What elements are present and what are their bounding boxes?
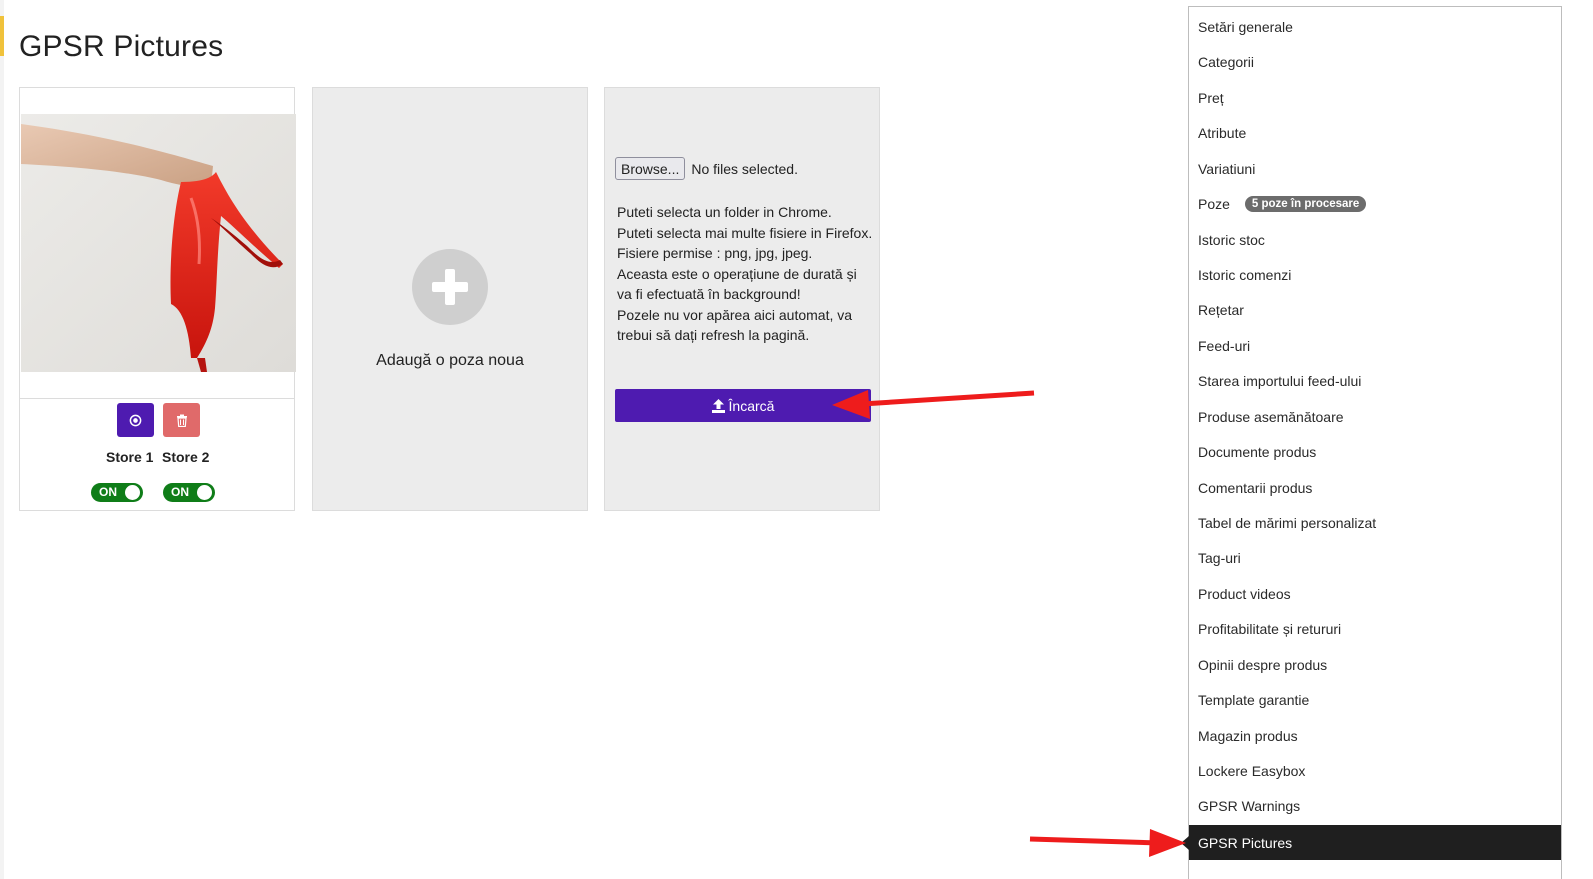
toggle-knob xyxy=(125,485,140,500)
set-default-button[interactable] xyxy=(117,403,154,437)
menu-item-poze[interactable]: Poze 5 poze în procesare xyxy=(1189,186,1561,221)
picture-card: Store 1 Store 2 ON ON xyxy=(19,87,296,511)
menu-item-label: Tabel de mărimi personalizat xyxy=(1198,514,1377,531)
plus-icon xyxy=(412,249,488,325)
menu-item-label: Profitabilitate și retururi xyxy=(1198,620,1342,637)
menu-item-feed-uri[interactable]: Feed-uri xyxy=(1189,328,1561,363)
menu-item-label: Lockere Easybox xyxy=(1198,762,1306,779)
menu-item-opinii-produs[interactable]: Opinii despre produs xyxy=(1189,647,1561,682)
toggle-knob xyxy=(197,485,212,500)
upload-button-label: Încarcă xyxy=(728,397,775,414)
file-picker: Browse... No files selected. xyxy=(615,157,798,180)
upload-button[interactable]: Încarcă xyxy=(615,389,871,422)
menu-item-label: Template garantie xyxy=(1198,691,1310,708)
toggle-label: ON xyxy=(171,485,189,499)
menu-item-label: Documente produs xyxy=(1198,443,1317,460)
menu-item-label: Product videos xyxy=(1198,585,1291,602)
processing-badge: 5 poze în procesare xyxy=(1244,195,1367,212)
menu-item-istoric-stoc[interactable]: Istoric stoc xyxy=(1189,222,1561,257)
left-edge-strip xyxy=(0,0,4,879)
arrow-to-gpsr-pictures-item xyxy=(1029,829,1186,857)
menu-item-tag-uri[interactable]: Tag-uri xyxy=(1189,540,1561,575)
info-line: Aceasta este o operațiune de durată și v… xyxy=(617,265,857,303)
menu-item-label: Feed-uri xyxy=(1198,337,1251,354)
menu-item-profitabilitate[interactable]: Profitabilitate și retururi xyxy=(1189,611,1561,646)
menu-item-label: Variatiuni xyxy=(1198,160,1256,177)
menu-item-lockere-easybox[interactable]: Lockere Easybox xyxy=(1189,753,1561,788)
menu-item-magazin-produs[interactable]: Magazin produs xyxy=(1189,718,1561,753)
product-picture xyxy=(21,114,296,372)
menu-item-label: Istoric stoc xyxy=(1198,231,1265,248)
menu-item-produse-asemanatoare[interactable]: Produse asemănătoare xyxy=(1189,399,1561,434)
menu-item-product-videos[interactable]: Product videos xyxy=(1189,576,1561,611)
info-line: Puteti selecta un folder in Chrome. xyxy=(617,204,832,220)
menu-item-documente-produs[interactable]: Documente produs xyxy=(1189,434,1561,469)
menu-item-pret[interactable]: Preț xyxy=(1189,80,1561,115)
menu-item-istoric-comenzi[interactable]: Istoric comenzi xyxy=(1189,257,1561,292)
info-line: Pozele nu vor apărea aici automat, va tr… xyxy=(617,306,853,344)
add-picture-label: Adaugă o poza noua xyxy=(376,352,524,369)
menu-item-label: Magazin produs xyxy=(1198,727,1298,744)
toggle-label: ON xyxy=(99,485,117,499)
menu-item-label: GPSR Warnings xyxy=(1198,797,1301,814)
menu-item-tabel-marimi[interactable]: Tabel de mărimi personalizat xyxy=(1189,505,1561,540)
card-divider xyxy=(20,398,294,399)
page-title: GPSR Pictures xyxy=(19,30,224,63)
store-label-1: Store 1 xyxy=(106,449,154,465)
menu-item-label: Opinii despre produs xyxy=(1198,656,1328,673)
menu-item-comentarii-produs[interactable]: Comentarii produs xyxy=(1189,470,1561,505)
menu-item-atribute[interactable]: Atribute xyxy=(1189,115,1561,150)
menu-item-gpsr-warnings[interactable]: GPSR Warnings xyxy=(1189,788,1561,823)
store-2-toggle[interactable]: ON xyxy=(163,483,215,502)
menu-item-label: Produse asemănătoare xyxy=(1198,408,1344,425)
menu-item-label: Poze xyxy=(1198,195,1230,212)
menu-item-label: Preț xyxy=(1198,89,1224,106)
file-status: No files selected. xyxy=(691,160,798,177)
menu-item-starea-importului[interactable]: Starea importului feed-ului xyxy=(1189,363,1561,398)
menu-item-label: Comentarii produs xyxy=(1198,479,1313,496)
menu-item-setari-generale[interactable]: Setări generale xyxy=(1189,9,1561,44)
upload-icon xyxy=(711,398,725,413)
menu-item-label: Istoric comenzi xyxy=(1198,266,1292,283)
circle-dot-icon xyxy=(129,414,142,426)
menu-item-label: Atribute xyxy=(1198,124,1247,141)
menu-item-template-garantie[interactable]: Template garantie xyxy=(1189,682,1561,717)
product-section-menu: Setări generale Categorii Preț Atribute … xyxy=(1181,6,1562,879)
info-line: Puteti selecta mai multe fisiere in Fire… xyxy=(617,224,873,241)
upload-card: Browse... No files selected. Puteti sele… xyxy=(604,87,880,511)
upload-instructions: Puteti selecta un folder in Chrome. Pute… xyxy=(617,202,875,346)
menu-item-label: GPSR Pictures xyxy=(1198,834,1293,851)
info-line: Fisiere permise : png, jpg, jpeg. xyxy=(617,245,813,261)
browse-button[interactable]: Browse... xyxy=(615,157,686,180)
menu-item-retetar[interactable]: Rețetar xyxy=(1189,292,1561,327)
menu-item-gpsr-pictures[interactable]: GPSR Pictures xyxy=(1181,825,1561,860)
store-1-toggle[interactable]: ON xyxy=(91,483,143,502)
left-edge-accent xyxy=(0,16,4,56)
menu-item-label: Categorii xyxy=(1198,53,1255,70)
menu-item-label: Rețetar xyxy=(1198,301,1244,318)
menu-item-label: Tag-uri xyxy=(1198,549,1241,566)
menu-item-variatiuni[interactable]: Variatiuni xyxy=(1189,151,1561,186)
trash-icon xyxy=(176,414,187,427)
delete-picture-button[interactable] xyxy=(163,403,200,437)
menu-item-label: Starea importului feed-ului xyxy=(1198,372,1362,389)
menu-item-categorii[interactable]: Categorii xyxy=(1189,44,1561,79)
menu-item-label: Setări generale xyxy=(1198,18,1293,35)
add-picture-card[interactable]: Adaugă o poza noua xyxy=(312,87,588,511)
store-label-2: Store 2 xyxy=(162,449,210,465)
